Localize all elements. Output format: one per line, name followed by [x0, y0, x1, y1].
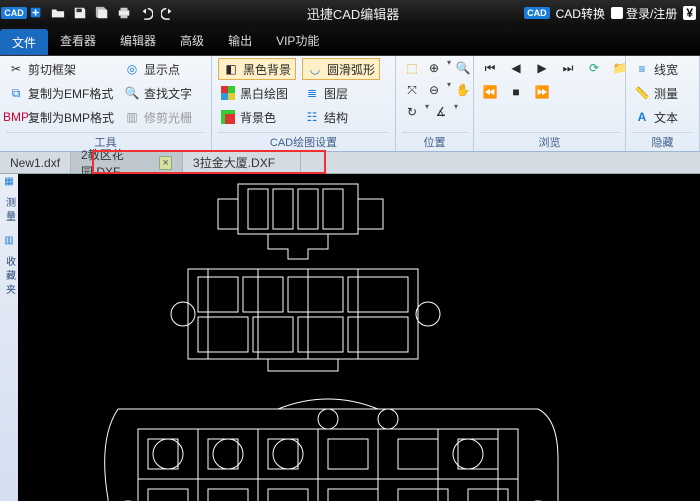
side-palette: ▦ 测量 ▥ 收藏夹: [0, 174, 18, 501]
bmp-icon: BMP: [8, 109, 24, 125]
save-all-icon[interactable]: [92, 3, 112, 23]
tab-editor[interactable]: 编辑器: [108, 26, 168, 55]
tab-advanced[interactable]: 高级: [168, 26, 216, 55]
zoom-out-icon[interactable]: ⊖: [424, 80, 444, 100]
app-icon[interactable]: CAD: [4, 3, 24, 23]
first-icon[interactable]: ⏮: [480, 58, 500, 78]
copy-icon: ⧉: [8, 85, 24, 101]
prev-icon[interactable]: ◀: [506, 58, 526, 78]
group-label: 浏览: [480, 132, 619, 151]
pan-icon[interactable]: ✋: [453, 80, 473, 100]
ruler-icon: 📏: [634, 85, 650, 101]
smooth-arc-toggle[interactable]: ◡圆滑弧形: [302, 58, 380, 80]
side-tab-measure[interactable]: 测量: [2, 197, 17, 225]
ribbon: ✂剪切框架 ⧉复制为EMF格式 BMP复制为BMP格式 ◎显示点 🔍查找文字 ▥…: [0, 56, 700, 152]
currency-icon[interactable]: ¥: [683, 6, 696, 20]
layer-button[interactable]: ≣图层: [302, 82, 380, 104]
target-icon: ◎: [124, 61, 140, 77]
text-button[interactable]: A文本: [632, 106, 680, 128]
close-icon[interactable]: ×: [159, 156, 172, 170]
ribbon-group-hide: ≡线宽 📏测量 A文本 隐藏: [626, 56, 700, 151]
zoom-in-icon[interactable]: ⊕: [424, 58, 444, 78]
linewidth-button[interactable]: ≡线宽: [632, 58, 680, 80]
structure-icon: ☷: [304, 109, 320, 125]
color-icon: [220, 109, 236, 125]
bw-drawing-button[interactable]: 黑白绘图: [218, 82, 296, 104]
person-icon: [611, 7, 623, 19]
angle-icon[interactable]: ∡: [431, 102, 451, 122]
doc-tab-3[interactable]: 3拉金大厦.DXF: [183, 152, 301, 173]
save-icon[interactable]: [70, 3, 90, 23]
tab-vip[interactable]: VIP功能: [264, 26, 331, 55]
palette-icon[interactable]: ▦: [4, 176, 13, 187]
measure-button[interactable]: 📏测量: [632, 82, 680, 104]
bw-icon: [220, 85, 236, 101]
cad-drawing: [18, 174, 700, 501]
login-label: 登录/注册: [626, 5, 677, 22]
palette-icon-2[interactable]: ▥: [4, 235, 13, 246]
ribbon-group-tools: ✂剪切框架 ⧉复制为EMF格式 BMP复制为BMP格式 ◎显示点 🔍查找文字 ▥…: [0, 56, 212, 151]
text-icon: A: [634, 109, 650, 125]
black-bg-toggle[interactable]: ◧黑色背景: [218, 58, 296, 80]
structure-button[interactable]: ☷结构: [302, 106, 380, 128]
chevron-down-icon[interactable]: ▾: [425, 102, 429, 122]
cad-convert-link[interactable]: CAD转换: [556, 5, 605, 22]
black-bg-icon: ◧: [223, 61, 239, 77]
ribbon-group-browse: ⏮ ◀ ▶ ⏭ ⟳ 📁 ⏪ ■ ⏩ 浏览: [474, 56, 626, 151]
play-next-icon[interactable]: ⏩: [532, 82, 552, 102]
chevron-down-icon[interactable]: ▾: [454, 102, 458, 122]
cad-badge-icon: CAD: [524, 7, 550, 19]
zoom-extent-icon[interactable]: ⤧: [402, 80, 422, 100]
document-tabs: New1.dxf 2教区花园.DXF× 3拉金大厦.DXF: [0, 152, 700, 174]
copy-emf-button[interactable]: ⧉复制为EMF格式: [6, 82, 116, 104]
search-icon: 🔍: [124, 85, 140, 101]
ribbon-group-cad-settings: ◧黑色背景 黑白绘图 背景色 ◡圆滑弧形 ≣图层 ☷结构 CAD绘图设置: [212, 56, 396, 151]
doc-tab-2[interactable]: 2教区花园.DXF×: [71, 152, 183, 173]
title-bar: CAD 迅捷CAD编辑器 CAD CAD转换 登录/注册 ¥: [0, 0, 700, 26]
print-icon[interactable]: [114, 3, 134, 23]
linewidth-icon: ≡: [634, 61, 650, 77]
scissors-icon: ✂: [8, 61, 24, 77]
tab-viewer[interactable]: 查看器: [48, 26, 108, 55]
refresh-icon[interactable]: ⟳: [584, 58, 604, 78]
arc-icon: ◡: [307, 61, 323, 77]
doc-tab-1[interactable]: New1.dxf: [0, 152, 71, 173]
quick-access-toolbar: CAD: [0, 3, 182, 23]
copy-bmp-button[interactable]: BMP复制为BMP格式: [6, 106, 116, 128]
rotate-icon[interactable]: ↻: [402, 102, 422, 122]
crop-frame-button[interactable]: ✂剪切框架: [6, 58, 116, 80]
tab-file[interactable]: 文件: [0, 29, 48, 55]
new-icon[interactable]: [26, 3, 46, 23]
titlebar-right: CAD CAD转换 登录/注册 ¥: [524, 5, 700, 22]
drawing-canvas[interactable]: [18, 174, 700, 501]
play-prev-icon[interactable]: ⏪: [480, 82, 500, 102]
login-link[interactable]: 登录/注册: [611, 5, 677, 22]
undo-icon[interactable]: [136, 3, 156, 23]
group-label: CAD绘图设置: [218, 132, 389, 151]
group-label: 位置: [402, 132, 467, 151]
chevron-down-icon[interactable]: ▾: [447, 58, 451, 78]
zoom-icon[interactable]: 🔍: [453, 58, 473, 78]
next-icon[interactable]: ▶: [532, 58, 552, 78]
tab-output[interactable]: 输出: [216, 26, 264, 55]
side-tab-favorites[interactable]: 收藏夹: [2, 256, 17, 298]
chevron-down-icon[interactable]: ▾: [447, 80, 451, 100]
app-title: 迅捷CAD编辑器: [182, 4, 524, 23]
workspace: ▦ 测量 ▥ 收藏夹: [0, 174, 700, 501]
menu-bar: 文件 查看器 编辑器 高级 输出 VIP功能: [0, 26, 700, 56]
zoom-window-icon[interactable]: ⬚: [402, 58, 422, 78]
find-text-button[interactable]: 🔍查找文字: [122, 82, 194, 104]
group-label: 隐藏: [632, 132, 693, 151]
layer-icon: ≣: [304, 85, 320, 101]
trim-raster-button[interactable]: ▥修剪光栅: [122, 106, 194, 128]
open-icon[interactable]: [48, 3, 68, 23]
stop-icon[interactable]: ■: [506, 82, 526, 102]
show-point-button[interactable]: ◎显示点: [122, 58, 194, 80]
trim-icon: ▥: [124, 109, 140, 125]
ribbon-group-position: ⬚⊕▾🔍 ⤧⊖▾✋ ↻▾∡▾ 位置: [396, 56, 474, 151]
last-icon[interactable]: ⏭: [558, 58, 578, 78]
bg-color-button[interactable]: 背景色: [218, 106, 296, 128]
redo-icon[interactable]: [158, 3, 178, 23]
